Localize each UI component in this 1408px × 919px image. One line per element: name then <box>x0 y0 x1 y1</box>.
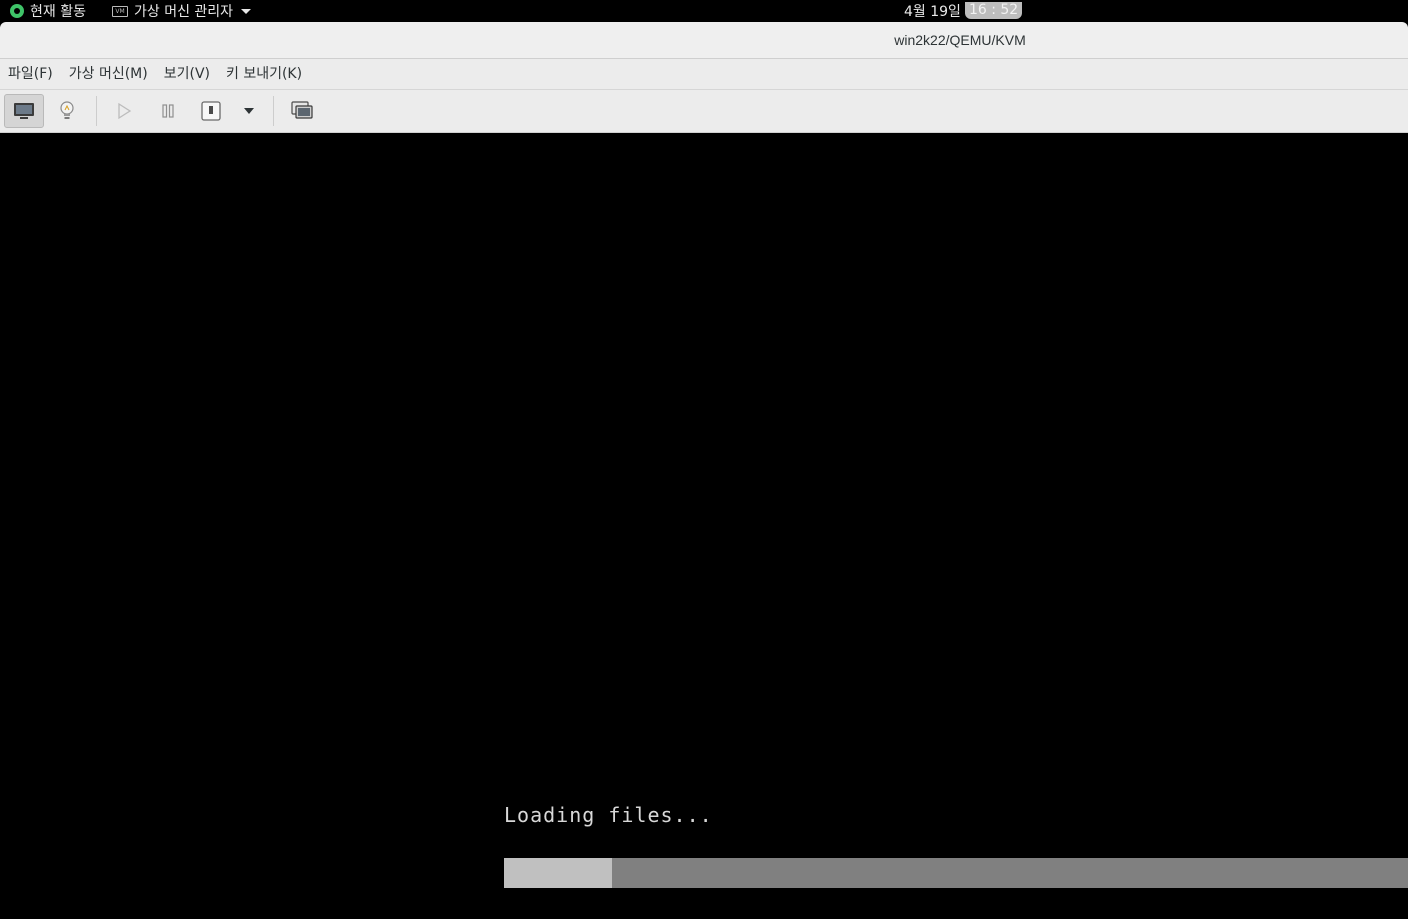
clock-time: 16 : 52 <box>964 1 1023 19</box>
fullscreen-button[interactable] <box>282 94 322 128</box>
window-title: win2k22/QEMU/KVM <box>894 32 1026 48</box>
gnome-logo-icon <box>10 4 24 18</box>
vm-console[interactable]: Loading files... <box>0 133 1408 919</box>
menu-send-key[interactable]: 키 보내기(K) <box>218 59 310 89</box>
console-view-button[interactable] <box>4 94 44 128</box>
chevron-down-icon <box>244 108 254 114</box>
pause-icon <box>162 104 174 118</box>
menu-view[interactable]: 보기(V) <box>156 59 218 89</box>
details-view-button[interactable] <box>47 94 87 128</box>
app-menu-button[interactable]: VM 가상 머신 관리자 <box>112 0 252 22</box>
app-menu-label: 가상 머신 관리자 <box>134 4 234 20</box>
loading-message: Loading files... <box>504 803 713 827</box>
play-icon <box>118 102 132 120</box>
lightbulb-icon <box>60 101 74 119</box>
run-button[interactable] <box>104 94 144 128</box>
menu-file[interactable]: 파일(F) <box>0 59 61 89</box>
gnome-top-bar: 현재 활동 VM 가상 머신 관리자 4월 19일 16 : 52 <box>0 0 1408 22</box>
shutdown-button[interactable] <box>191 94 231 128</box>
toolbar <box>0 90 1408 133</box>
loading-progress-bar <box>504 858 1408 888</box>
virt-manager-icon: VM <box>112 5 128 17</box>
shutdown-options-button[interactable] <box>229 94 269 128</box>
fullscreen-icon <box>291 101 313 119</box>
chevron-down-icon <box>241 8 252 14</box>
activities-button[interactable]: 현재 활동 <box>10 0 86 22</box>
toolbar-separator <box>96 96 97 126</box>
power-icon <box>201 101 221 121</box>
clock-date: 4월 19일 <box>904 4 961 20</box>
pause-button[interactable] <box>148 94 188 128</box>
loading-progress-fill <box>504 858 613 888</box>
menu-virtual-machine[interactable]: 가상 머신(M) <box>61 59 156 89</box>
menu-bar: 파일(F) 가상 머신(M) 보기(V) 키 보내기(K) <box>0 59 1408 90</box>
toolbar-separator <box>273 96 274 126</box>
window-title-bar[interactable]: win2k22/QEMU/KVM <box>0 22 1408 59</box>
clock-button[interactable]: 4월 19일 16 : 52 <box>904 0 1023 22</box>
monitor-icon <box>14 103 34 119</box>
activities-label: 현재 활동 <box>30 4 86 20</box>
